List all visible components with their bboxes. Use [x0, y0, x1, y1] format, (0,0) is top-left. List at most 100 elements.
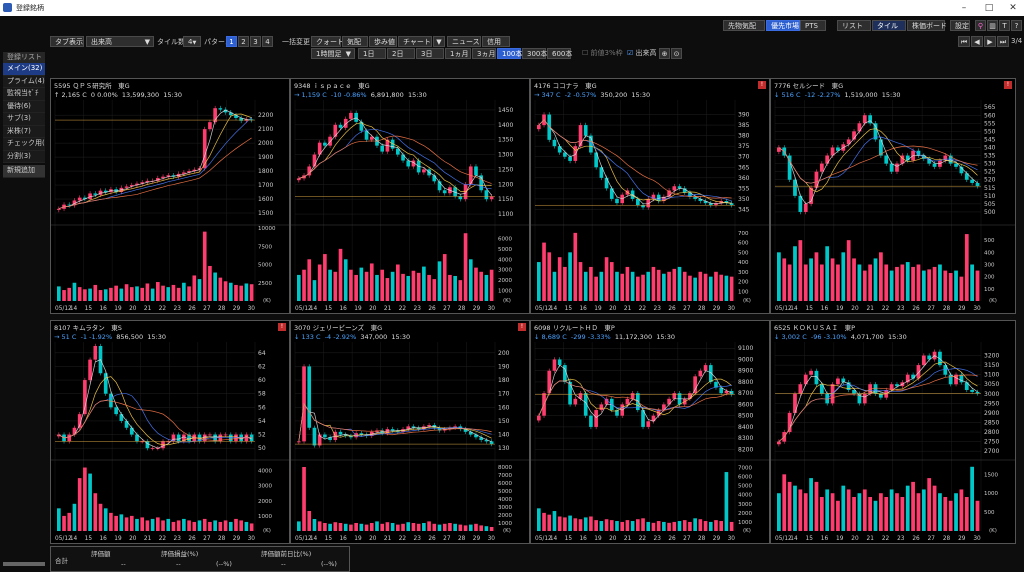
alert-icon[interactable]: !: [278, 323, 286, 331]
pattern-2-button[interactable]: 2: [238, 36, 249, 47]
bars-600-button[interactable]: 600本: [547, 48, 572, 59]
candle-chart[interactable]: 3200315031003050300029502900285028002750…: [771, 342, 1015, 543]
chart-tile[interactable]: 6098 リクルートＨＤ 東P ↓ 8,689 C -299 -3.33% 11,…: [530, 320, 770, 544]
candle-chart[interactable]: 64626058565452504000300020001000(K)05/12…: [51, 342, 289, 543]
tile-header: 6098 リクルートＨＤ 東P: [534, 324, 615, 332]
alert-icon[interactable]: !: [1004, 81, 1012, 89]
chart-tile[interactable]: 4176 ココナラ 東G → 347 C -2 -0.57% 350,200 15…: [530, 78, 770, 314]
tab-select[interactable]: 出来高 ▼: [86, 36, 154, 47]
alert-icon[interactable]: !: [758, 81, 766, 89]
candle-chart[interactable]: 390 385 380 375 370 365 360 355 350 345 700 600 500 4…: [531, 100, 769, 313]
volume-bar: [463, 525, 468, 531]
sidebar-item-prime[interactable]: プライム(4): [3, 75, 45, 88]
volume-axis-label: 2000: [258, 499, 272, 505]
date-axis-label: 28: [698, 536, 706, 542]
candle-chart[interactable]: 200 190 180 170 160 150 140 130 8000 7000 6000 5000…: [291, 342, 529, 543]
board-button[interactable]: 気配: [342, 36, 368, 47]
volume-bar: [641, 518, 645, 531]
date-axis-label: 30: [488, 306, 496, 312]
date-axis-label: 22: [882, 306, 890, 312]
candle-chart[interactable]: 1450 1400 1350 1300 1250 1200 1150 1100 6000 5000…: [291, 100, 529, 313]
interval-select[interactable]: 1時間足 ▼: [311, 48, 355, 59]
priority-market-button[interactable]: 優先市場: [766, 20, 800, 31]
period-1d-button[interactable]: 1日: [358, 48, 386, 59]
minimize-icon[interactable]: –: [955, 2, 973, 14]
pattern-1-button[interactable]: 1: [226, 36, 237, 47]
volume-value: 11,172,300: [614, 333, 653, 341]
tile-view-button[interactable]: タイル: [872, 20, 906, 31]
date-axis-label: 23: [654, 306, 662, 312]
volume-bar: [819, 497, 824, 531]
chart-tile[interactable]: 6525 ＫＯＫＵＳＡＩ 東P ↓ 3,002 C -96 -3.10% 4,07…: [770, 320, 1016, 544]
refresh-icon[interactable]: ⊙: [671, 48, 682, 59]
chart-button[interactable]: チャート: [398, 36, 432, 47]
maximize-icon[interactable]: □: [980, 2, 998, 14]
chart-tile[interactable]: 5595 ＱＰＳ研究所 東G ↑ 2,165 C 0 0.00% 13,599,3…: [50, 78, 290, 314]
pattern-3-button[interactable]: 3: [250, 36, 261, 47]
pts-button[interactable]: PTS: [800, 20, 826, 31]
period-3m-button[interactable]: 3ヵ月: [472, 48, 496, 59]
chart-tile[interactable]: 9348 ｉｓｐａｃｅ 東G → 1,159 C -10 -0.86% 6,891…: [290, 78, 530, 314]
sidebar-item-sub[interactable]: サブ(3): [3, 113, 45, 126]
volume-unit-label: (K): [989, 528, 997, 534]
candle-chart[interactable]: 5655605555505455405355305255205155105055…: [771, 100, 1015, 313]
volume-bar: [317, 264, 322, 301]
alert-icon[interactable]: !: [518, 323, 526, 331]
last-page-icon[interactable]: ⏭: [997, 36, 1009, 47]
daychange-pct: (--%): [321, 560, 337, 568]
volume-checkbox[interactable]: ☑ 出来高: [627, 48, 657, 58]
period-3d-button[interactable]: 3日: [416, 48, 444, 59]
news-button[interactable]: ニュース: [447, 36, 481, 47]
tab-display-button[interactable]: タブ表示: [50, 36, 84, 47]
volume-bar: [171, 284, 176, 301]
futures-button[interactable]: 先物気配: [723, 20, 765, 31]
help-icon[interactable]: ?: [1011, 20, 1022, 31]
sidebar-item-split[interactable]: 分割(3): [3, 150, 45, 163]
candle: [573, 146, 578, 161]
sidebar-item-us[interactable]: 米株(7): [3, 125, 45, 138]
add-new-list-button[interactable]: 新規追加: [3, 165, 45, 178]
chart-dropdown-icon[interactable]: ▼: [433, 36, 445, 47]
chart-tile[interactable]: 8107 キムラタン 東S → 51 C -1 -1.92% 856,500 15…: [50, 320, 290, 544]
chart-tile[interactable]: 7776 セルシード 東G ↓ 516 C -12 -2.27% 1,519,00…: [770, 78, 1016, 314]
quote-button[interactable]: クォート: [311, 36, 344, 47]
first-page-icon[interactable]: ⏮: [958, 36, 970, 47]
zoom-icon[interactable]: ⊕: [659, 48, 670, 59]
next-page-icon[interactable]: ▶: [984, 36, 996, 47]
volume-unit-label: (K): [989, 298, 997, 304]
prev-page-icon[interactable]: ◀: [971, 36, 983, 47]
margin-button[interactable]: 信用: [482, 36, 510, 47]
prev-3pct-checkbox[interactable]: ☐ 前値3%枠: [582, 48, 623, 58]
sidebar-item-watch[interactable]: 監視当ｾﾞﾁ: [3, 88, 45, 101]
stock-board-button[interactable]: 株価ボード: [907, 20, 947, 31]
sidebar-scrollbar[interactable]: [3, 562, 45, 566]
volume-bar: [109, 287, 113, 301]
link-icon[interactable]: ⚲: [975, 20, 986, 31]
sidebar-item-main[interactable]: メイン(32): [3, 63, 45, 76]
ticks-button[interactable]: 歩み値: [369, 36, 397, 47]
bars-300-button[interactable]: 300本: [522, 48, 547, 59]
tab-select-value: 出来高: [91, 38, 112, 46]
settings-button[interactable]: 設定: [950, 20, 970, 31]
close-icon[interactable]: ✕: [1004, 2, 1022, 14]
price-axis-label: 8600: [738, 401, 753, 408]
text-icon[interactable]: T: [999, 20, 1010, 31]
period-2d-button[interactable]: 2日: [387, 48, 415, 59]
volume-bar: [401, 523, 405, 531]
sidebar-item-yutai[interactable]: 優待(6): [3, 100, 45, 113]
volume-bar: [573, 232, 578, 301]
volume-axis-label: 3000: [498, 505, 512, 511]
period-1m-button[interactable]: 1ヵ月: [445, 48, 471, 59]
bars-100-button[interactable]: 100本: [497, 48, 522, 59]
volume-bar: [468, 259, 473, 301]
sidebar-item-check[interactable]: チェック用(: [3, 138, 45, 151]
tile-count-select[interactable]: 4▼: [183, 36, 201, 47]
list-view-button[interactable]: リスト: [837, 20, 871, 31]
pattern-4-button[interactable]: 4: [262, 36, 273, 47]
date-axis-label: 26: [188, 536, 196, 542]
tile-header: 6525 ＫＯＫＵＳＡＩ 東P: [774, 324, 856, 332]
candle-chart[interactable]: 9100 9000 8900 8800 8700 8600 8500 8400 8300 8200…: [531, 342, 769, 543]
chart-tile[interactable]: 3070 ジェリービーンズ 東G ↓ 133 C -4 -2.92% 347,00…: [290, 320, 530, 544]
candle-chart[interactable]: 2200 2100 2000 1900 1800 1700 1600 1500 10000 750…: [51, 100, 289, 313]
layout-icon[interactable]: ▥: [987, 20, 998, 31]
